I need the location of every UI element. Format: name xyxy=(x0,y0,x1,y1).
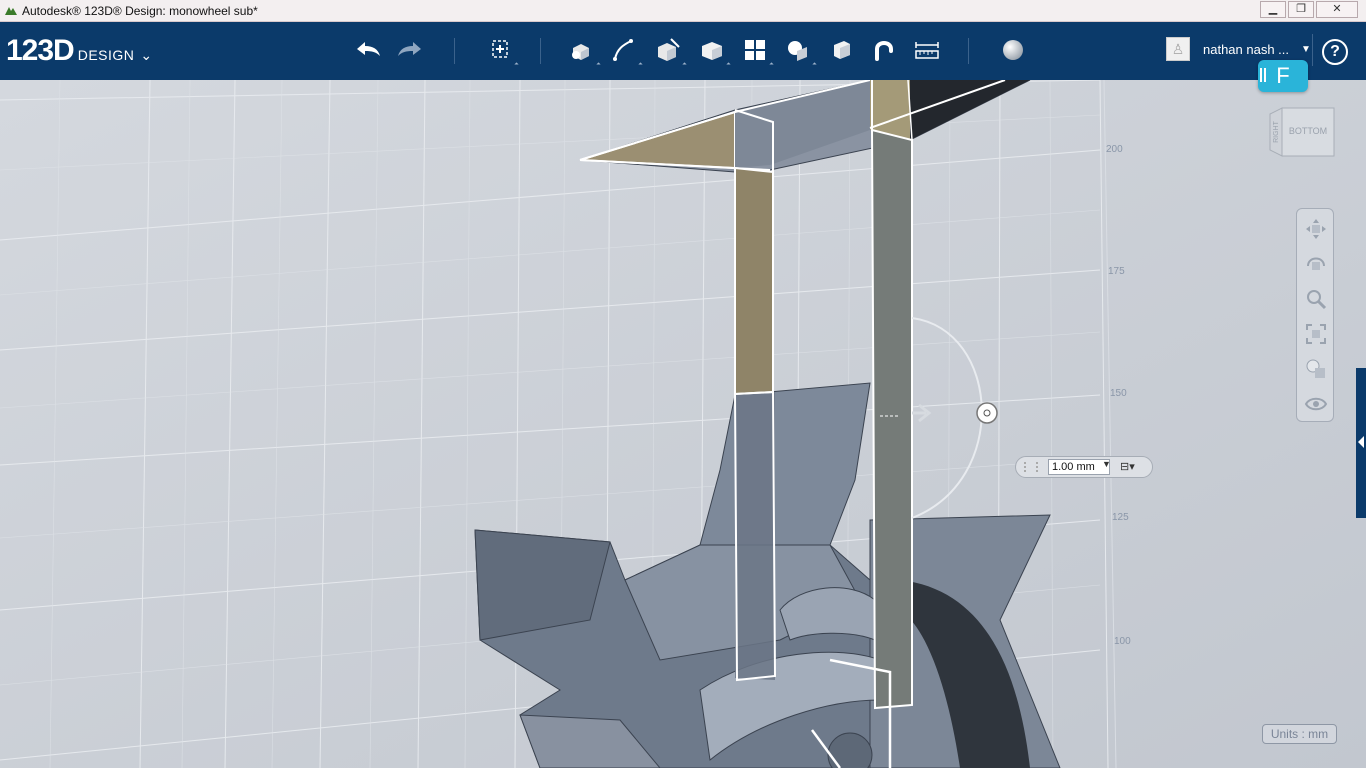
construct-button[interactable] xyxy=(650,32,687,68)
distance-caret-icon[interactable]: ▼ xyxy=(1102,459,1111,469)
ruler-label: 125 xyxy=(1112,512,1129,523)
window-title-bar[interactable]: Autodesk® 123D® Design: monowheel sub* ▁… xyxy=(0,0,1366,22)
zoom-button[interactable] xyxy=(1302,285,1330,313)
measure-icon xyxy=(915,42,939,59)
pan-icon xyxy=(1306,219,1326,239)
orbit-icon xyxy=(1307,257,1325,270)
grouping-button[interactable] xyxy=(780,32,817,68)
eye-icon xyxy=(1304,397,1328,411)
user-caret-icon: ▼ xyxy=(1301,43,1311,55)
logo-subtext: DESIGN xyxy=(77,47,135,63)
sketch-button[interactable] xyxy=(606,32,643,68)
material-button[interactable] xyxy=(995,32,1031,68)
primitives-icon xyxy=(572,44,589,60)
snap-options-button[interactable]: ⊟▾ xyxy=(1120,460,1148,476)
user-name: nathan nash ... xyxy=(1203,41,1290,57)
primitives-button[interactable] xyxy=(564,32,601,68)
chevron-left-icon xyxy=(1358,436,1364,448)
fit-button[interactable] xyxy=(1302,320,1330,348)
ruler-label: 150 xyxy=(1110,388,1127,399)
scene-canvas: 200 175 150 125 100 xyxy=(0,80,1366,768)
modify-button[interactable] xyxy=(694,32,731,68)
redo-icon xyxy=(398,42,421,56)
3d-viewport[interactable]: 200 175 150 125 100 ▼ ⊟▾ xyxy=(0,80,1366,768)
transform-button[interactable] xyxy=(482,32,519,68)
ruler-label: 100 xyxy=(1114,636,1131,647)
combine-icon xyxy=(834,41,850,59)
logo-text: 123D xyxy=(6,34,75,67)
distance-input-box: ▼ ⊟▾ xyxy=(1015,456,1153,478)
chevron-down-icon: ⌄ xyxy=(140,47,153,63)
magnifier-icon xyxy=(1307,290,1327,310)
pattern-icon xyxy=(745,40,765,60)
grouping-icon xyxy=(788,41,807,61)
minimize-button[interactable]: ▁ xyxy=(1260,1,1286,18)
app-icon xyxy=(5,7,17,15)
snap-button[interactable] xyxy=(866,32,902,68)
distance-input[interactable] xyxy=(1048,459,1110,475)
combine-button[interactable] xyxy=(823,32,859,68)
side-panel-toggle[interactable] xyxy=(1356,368,1366,518)
snap-caret-icon: ▾ xyxy=(1129,461,1135,473)
orbit-button[interactable] xyxy=(1302,250,1330,278)
undo-button[interactable] xyxy=(350,32,386,68)
close-button[interactable]: ✕ xyxy=(1316,1,1358,18)
snap-icon xyxy=(875,41,893,61)
navigation-bar xyxy=(1296,208,1334,422)
f-badge-label: F xyxy=(1276,63,1290,88)
pattern-button[interactable] xyxy=(737,32,774,68)
grip-icon[interactable] xyxy=(1024,462,1038,472)
help-button[interactable]: ? xyxy=(1322,39,1348,65)
f-badge-button[interactable]: F xyxy=(1258,60,1308,92)
fit-icon xyxy=(1306,324,1326,344)
visual-style-button[interactable] xyxy=(1302,355,1330,383)
undo-icon xyxy=(357,42,380,56)
sketch-icon xyxy=(613,39,633,61)
window-title: Autodesk® 123D® Design: monowheel sub* xyxy=(22,4,258,18)
maximize-button[interactable]: ❐ xyxy=(1288,1,1314,18)
transform-icon xyxy=(492,40,508,58)
app-menu-button[interactable]: 123D DESIGN ⌄ xyxy=(6,34,152,68)
viewcube-right-face[interactable]: RIGHT xyxy=(1273,120,1280,143)
units-button[interactable]: Units : mm xyxy=(1262,724,1337,744)
modify-icon xyxy=(702,42,722,60)
user-menu[interactable]: ♙ nathan nash ... ▼ xyxy=(1166,37,1311,61)
pan-button[interactable] xyxy=(1302,215,1330,243)
visual-style-icon xyxy=(1306,359,1325,378)
visibility-button[interactable] xyxy=(1302,390,1330,418)
measure-button[interactable] xyxy=(909,32,945,68)
redo-button[interactable] xyxy=(392,32,428,68)
view-cube[interactable]: RIGHT BOTTOM xyxy=(1268,104,1338,162)
ruler-label: 175 xyxy=(1108,266,1125,277)
viewcube-bottom-face[interactable]: BOTTOM xyxy=(1289,126,1327,136)
material-icon xyxy=(1003,40,1023,60)
main-toolbar: 123D DESIGN ⌄ ♙ nathan nash ... ▼ ? xyxy=(0,22,1366,80)
snap-options-icon: ⊟ xyxy=(1120,461,1130,473)
ruler-label: 200 xyxy=(1106,144,1123,155)
construct-icon xyxy=(658,38,680,61)
avatar: ♙ xyxy=(1166,37,1190,61)
